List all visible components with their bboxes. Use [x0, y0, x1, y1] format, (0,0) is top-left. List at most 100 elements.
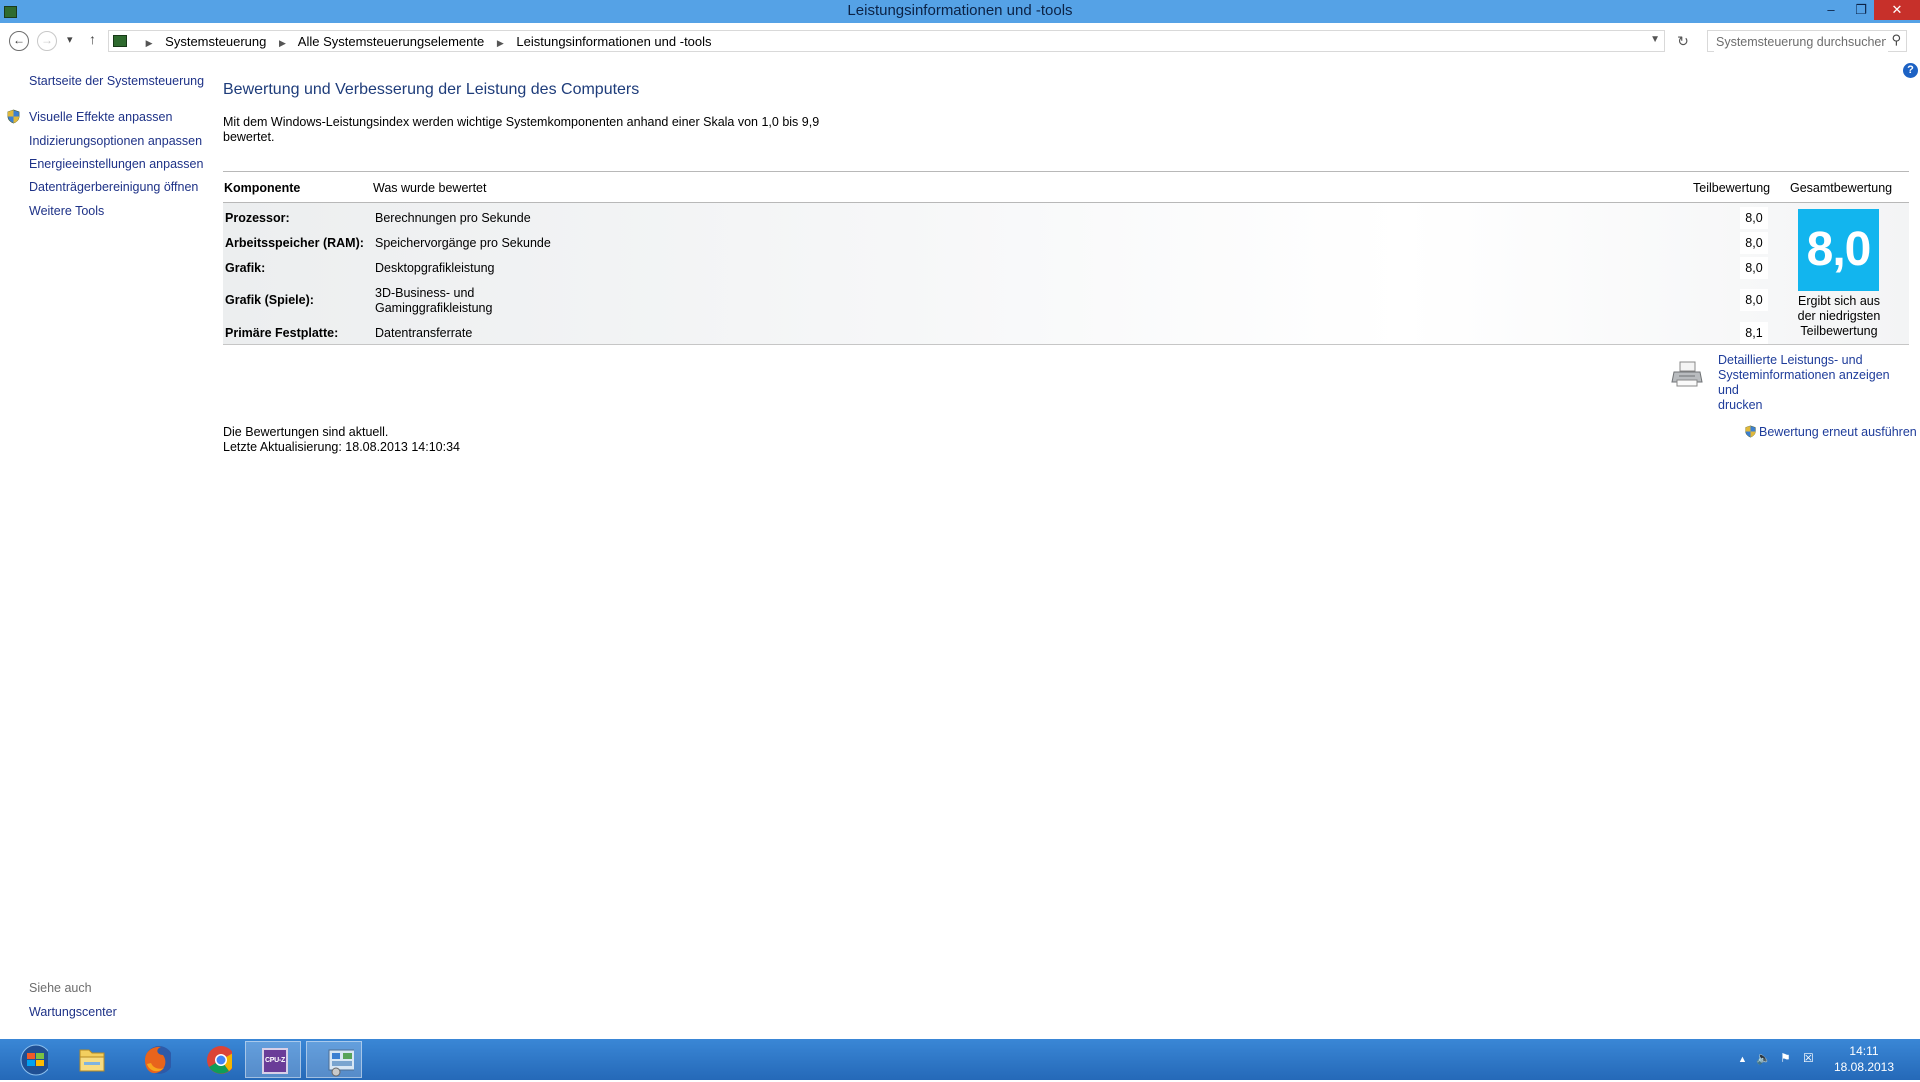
row-subscore: 8,0	[1740, 257, 1768, 279]
sidebar-link-disk-cleanup[interactable]: Datenträgerbereinigung öffnen	[29, 180, 198, 194]
row-component: Prozessor:	[225, 211, 290, 225]
firefox-icon	[145, 1046, 173, 1074]
arrow-left-icon: ←	[13, 33, 25, 47]
base-score-note: Ergibt sich aus der niedrigsten Teilbewe…	[1783, 294, 1895, 339]
arrow-up-icon: ↑	[89, 31, 96, 47]
up-button[interactable]: ↑	[89, 31, 96, 47]
status-last-update: Letzte Aktualisierung: 18.08.2013 14:10:…	[223, 440, 460, 454]
row-component: Primäre Festplatte:	[225, 326, 339, 340]
sidebar-link-indexing[interactable]: Indizierungsoptionen anpassen	[29, 134, 202, 148]
forward-button[interactable]: →	[37, 31, 57, 51]
folder-icon	[79, 1049, 105, 1072]
address-bar[interactable]: ▶ Systemsteuerung ▶ Alle Systemsteuerung…	[108, 30, 1665, 52]
base-score-note-line: Ergibt sich aus	[1798, 294, 1880, 308]
network-disconnected-icon: ☒	[1803, 1051, 1814, 1065]
chevron-right-icon[interactable]: ▶	[497, 38, 504, 48]
chrome-button[interactable]	[184, 1041, 240, 1078]
refresh-icon: ↻	[1677, 33, 1689, 49]
header-basescore: Gesamtbewertung	[1790, 181, 1893, 195]
base-score-tile: 8,0	[1798, 209, 1879, 291]
breadcrumb: ▶ Systemsteuerung ▶ Alle Systemsteuerung…	[113, 34, 712, 49]
rerun-assessment-link[interactable]: Bewertung erneut ausführen	[1744, 425, 1917, 439]
row-subscore: 8,0	[1740, 289, 1768, 311]
breadcrumb-item-alle-elemente[interactable]: Alle Systemsteuerungselemente	[298, 34, 484, 49]
windows-orb-icon	[20, 1044, 52, 1076]
minimize-button[interactable]: –	[1816, 0, 1846, 20]
detailed-info-link-line: Systeminformationen anzeigen und	[1718, 368, 1890, 397]
search-box[interactable]: ⚲	[1707, 30, 1907, 52]
score-table-body: Prozessor: Berechnungen pro Sekunde 8,0 …	[223, 203, 1909, 345]
file-explorer-button[interactable]	[62, 1041, 118, 1078]
search-input[interactable]	[1714, 32, 1888, 52]
printer-icon	[1671, 361, 1703, 387]
firefox-button[interactable]	[123, 1041, 179, 1078]
row-subscore: 8,1	[1740, 322, 1768, 344]
breadcrumb-item-leistungsinformationen[interactable]: Leistungsinformationen und -tools	[516, 34, 711, 49]
flag-icon: ⚑	[1780, 1051, 1791, 1065]
chrome-icon	[207, 1046, 235, 1074]
chevron-down-icon: ▼	[1650, 34, 1660, 45]
detailed-info-link-line: drucken	[1718, 398, 1763, 412]
recent-locations-dropdown[interactable]: ▾	[67, 33, 73, 46]
cpuz-icon: CPU-Z	[262, 1048, 288, 1074]
search-icon[interactable]: ⚲	[1891, 32, 1901, 48]
sidebar-link-power[interactable]: Energieeinstellungen anpassen	[29, 157, 203, 171]
chevron-up-icon: ▲	[1738, 1054, 1747, 1064]
clock-time: 14:11	[1849, 1044, 1879, 1058]
sidebar-link-action-center[interactable]: Wartungscenter	[29, 1005, 117, 1019]
action-center-tray-button[interactable]: ⚑	[1780, 1051, 1791, 1065]
sidebar-link-visual-effects[interactable]: Visuelle Effekte anpassen	[29, 110, 172, 124]
taskbar-clock[interactable]: 14:11 18.08.2013	[1822, 1043, 1906, 1075]
see-also-label: Siehe auch	[29, 981, 92, 995]
control-panel-taskbar-button[interactable]	[306, 1041, 362, 1078]
header-component: Komponente	[224, 181, 301, 195]
maximize-button[interactable]: ❐	[1846, 0, 1876, 20]
rerun-assessment-label: Bewertung erneut ausführen	[1759, 425, 1917, 439]
taskbar: CPU-Z ▲ 🔈 ⚑ ☒ 14:11 18.08.2013	[0, 1039, 1920, 1080]
chevron-right-icon[interactable]: ▶	[146, 38, 153, 48]
volume-tray-button[interactable]: 🔈	[1756, 1051, 1771, 1065]
row-what: 3D-Business- und	[375, 286, 475, 300]
cpuz-button[interactable]: CPU-Z	[245, 1041, 301, 1078]
window-title: Leistungsinformationen und -tools	[847, 2, 1073, 19]
help-icon[interactable]: ?	[1903, 63, 1918, 78]
row-component: Grafik (Spiele):	[225, 293, 314, 307]
chevron-down-icon: ▾	[67, 34, 73, 46]
header-what: Was wurde bewertet	[373, 181, 487, 195]
row-subscore: 8,0	[1740, 207, 1768, 229]
back-button[interactable]: ←	[9, 31, 29, 51]
row-what: Berechnungen pro Sekunde	[375, 211, 531, 225]
sidebar-link-more-tools[interactable]: Weitere Tools	[29, 204, 104, 218]
navigation-bar: ← → ▾ ↑ ▶ Systemsteuerung ▶ Alle Systems…	[0, 23, 1920, 59]
score-table-header: Komponente Was wurde bewertet Teilbewert…	[223, 171, 1909, 203]
network-tray-button[interactable]: ☒	[1803, 1051, 1814, 1065]
control-panel-icon	[113, 35, 127, 47]
title-bar: Leistungsinformationen und -tools – ❐ ✕	[0, 0, 1920, 23]
row-what: Speichervorgänge pro Sekunde	[375, 236, 551, 250]
score-table: Komponente Was wurde bewertet Teilbewert…	[223, 171, 1909, 345]
clock-date: 18.08.2013	[1833, 1060, 1895, 1074]
base-score-note-line: Teilbewertung	[1800, 324, 1878, 338]
row-what: Datentransferrate	[375, 326, 473, 340]
address-dropdown-button[interactable]: ▼	[1650, 34, 1660, 45]
uac-shield-icon	[7, 109, 20, 124]
detailed-info-link[interactable]: Detaillierte Leistungs- und Systeminform…	[1718, 353, 1910, 413]
chevron-right-icon[interactable]: ▶	[279, 38, 286, 48]
sidebar-link-home[interactable]: Startseite der Systemsteuerung	[29, 74, 204, 88]
refresh-button[interactable]: ↻	[1672, 31, 1694, 51]
base-score-note-line: der niedrigsten	[1797, 309, 1881, 323]
page-title: Bewertung und Verbesserung der Leistung …	[223, 81, 640, 98]
status-current: Die Bewertungen sind aktuell.	[223, 425, 389, 439]
row-what: Desktopgrafikleistung	[375, 261, 495, 275]
start-button[interactable]	[0, 1041, 56, 1078]
close-button[interactable]: ✕	[1874, 0, 1920, 20]
header-subscore: Teilbewertung	[1693, 181, 1771, 195]
control-panel-icon	[328, 1049, 356, 1077]
breadcrumb-item-systemsteuerung[interactable]: Systemsteuerung	[165, 34, 266, 49]
speaker-icon: 🔈	[1756, 1051, 1771, 1065]
tray-overflow-button[interactable]: ▲	[1738, 1054, 1747, 1064]
row-component: Arbeitsspeicher (RAM):	[225, 236, 364, 250]
page-description: Mit dem Windows-Leistungsindex werden wi…	[223, 115, 820, 144]
uac-shield-icon	[1745, 425, 1756, 438]
left-pane: Startseite der Systemsteuerung Visuelle …	[0, 59, 210, 1039]
